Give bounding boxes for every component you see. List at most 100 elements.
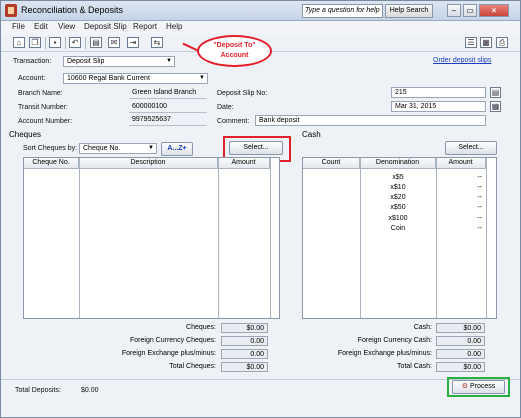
branch-name-label: Branch Name:: [18, 90, 63, 97]
column-divider: [486, 158, 487, 318]
amount-cell: --: [477, 225, 482, 232]
sort-cheques-select[interactable]: Cheque No. ▼: [79, 143, 157, 154]
foreign-currency-cash-label: Foreign Currency Cash:: [357, 337, 432, 344]
total-cheques-value: $0.00: [221, 362, 268, 372]
transit-number-label: Transit Number:: [18, 104, 68, 111]
deposits-window: Reconciliation & Deposits Type a questio…: [0, 0, 521, 418]
foreign-exchange-cheques-value: 0.00: [221, 349, 268, 359]
toolbar-separator: [65, 37, 66, 49]
menu-file[interactable]: File: [12, 22, 25, 31]
date-input[interactable]: Mar 31, 2015: [391, 101, 486, 112]
column-divider: [218, 158, 219, 318]
export-icon[interactable]: ⇥: [127, 37, 139, 48]
calendar-icon[interactable]: ▦: [490, 101, 501, 112]
callout-line-1: "Deposit To": [213, 42, 256, 49]
chevron-down-icon: ▼: [166, 58, 172, 64]
cash-select-button[interactable]: Select...: [445, 141, 497, 155]
cheques-select-button[interactable]: Select...: [229, 141, 283, 155]
transaction-select[interactable]: Deposit Slip ▼: [63, 56, 175, 67]
minimize-button[interactable]: –: [447, 4, 461, 17]
amount-cell: --: [477, 174, 482, 181]
footer-bar: Total Deposits: $0.00 ⚙ Process: [1, 377, 520, 417]
menu-view[interactable]: View: [58, 22, 75, 31]
print-icon[interactable]: ⎙: [496, 37, 508, 48]
menu-deposit-slip[interactable]: Deposit Slip: [84, 22, 127, 31]
col-description[interactable]: Description: [79, 158, 218, 169]
process-button[interactable]: ⚙ Process: [452, 380, 505, 394]
cheques-label: Cheques:: [186, 324, 216, 331]
lookup-icon[interactable]: ▤: [490, 87, 501, 98]
order-deposit-slips-link[interactable]: Order deposit slips: [433, 57, 491, 64]
journal-icon[interactable]: ▤: [90, 37, 102, 48]
process-icon: ⚙: [461, 383, 469, 390]
help-question-input[interactable]: Type a question for help: [302, 4, 383, 18]
print-preview-icon[interactable]: ▦: [480, 37, 492, 48]
denomination-cell: x$50: [390, 204, 406, 211]
comment-input[interactable]: Bank deposit: [255, 115, 486, 126]
column-divider: [79, 158, 80, 318]
toolbar-separator: [85, 37, 86, 49]
cash-section-title: Cash: [302, 130, 321, 139]
col-cheque-no[interactable]: Cheque No.: [24, 158, 79, 169]
menu-help[interactable]: Help: [166, 22, 182, 31]
denomination-cell: Coin: [390, 225, 406, 232]
foreign-currency-cash-value: 0.00: [436, 336, 485, 346]
sort-cheques-value: Cheque No.: [83, 145, 121, 152]
comment-label: Comment:: [217, 118, 250, 125]
cheques-value: $0.00: [221, 323, 268, 333]
col-count[interactable]: Count: [303, 158, 360, 169]
process-label: Process: [469, 383, 496, 390]
column-divider: [270, 158, 271, 318]
col-amount[interactable]: Amount: [218, 158, 270, 169]
amount-cell: --: [477, 194, 482, 201]
deposit-slip-no-input[interactable]: 215: [391, 87, 486, 98]
undo-icon[interactable]: ↶: [69, 37, 81, 48]
chevron-down-icon: ▼: [199, 75, 205, 81]
col-denomination[interactable]: Denomination: [360, 158, 436, 169]
sort-cheques-label: Sort Cheques by:: [23, 145, 78, 152]
account-number-label: Account Number:: [18, 118, 73, 125]
column-divider: [436, 158, 437, 318]
deposit-slip-no-label: Deposit Slip No:: [217, 90, 268, 97]
total-cash-value: $0.00: [436, 362, 485, 372]
restore-button[interactable]: ▭: [463, 4, 477, 17]
window-title: Reconciliation & Deposits: [21, 5, 124, 15]
cheques-table[interactable]: Cheque No. Description Amount: [23, 157, 280, 319]
foreign-exchange-cash-label: Foreign Exchange plus/minus:: [337, 350, 432, 357]
total-cheques-label: Total Cheques:: [169, 363, 216, 370]
cash-label: Cash:: [413, 324, 432, 331]
denomination-cell: x$20: [390, 194, 406, 201]
list-icon[interactable]: ☰: [465, 37, 477, 48]
menu-report[interactable]: Report: [133, 22, 157, 31]
foreign-exchange-cheques-label: Foreign Exchange plus/minus:: [121, 350, 216, 357]
menu-bar: File Edit View Deposit Slip Report Help: [1, 21, 520, 34]
transaction-label: Transaction:: [13, 58, 52, 65]
cash-value: $0.00: [436, 323, 485, 333]
total-deposits-value: $0.00: [81, 387, 99, 394]
branch-name-value: Green Island Branch: [129, 88, 207, 99]
amount-cell: --: [477, 204, 482, 211]
mail-icon[interactable]: ✉: [108, 37, 120, 48]
total-deposits-label: Total Deposits:: [15, 387, 61, 394]
help-search-button[interactable]: Help Search: [385, 4, 433, 18]
foreign-currency-cheques-value: 0.00: [221, 336, 268, 346]
transaction-value: Deposit Slip: [67, 58, 105, 65]
col-cash-amount[interactable]: Amount: [436, 158, 486, 169]
reverse-icon[interactable]: ⇆: [151, 37, 163, 48]
account-select[interactable]: 10600 Regal Bank Current ▼: [63, 73, 208, 84]
amount-cell: --: [477, 184, 482, 191]
account-value: 10600 Regal Bank Current: [67, 75, 150, 82]
cash-table[interactable]: Count Denomination Amount x$5 -- x$10 --…: [302, 157, 497, 319]
title-bar: Reconciliation & Deposits Type a questio…: [1, 1, 520, 21]
home-icon[interactable]: ⌂: [13, 37, 25, 48]
close-button[interactable]: ×: [479, 4, 509, 17]
save-icon[interactable]: ▪: [49, 37, 61, 48]
foreign-exchange-cash-value: 0.00: [436, 349, 485, 359]
sort-az-button[interactable]: A...Z+: [161, 142, 193, 156]
copy-icon[interactable]: ❐: [29, 37, 41, 48]
column-divider: [360, 158, 361, 318]
foreign-currency-cheques-label: Foreign Currency Cheques:: [130, 337, 216, 344]
toolbar-separator: [45, 37, 46, 49]
menu-edit[interactable]: Edit: [34, 22, 48, 31]
app-icon: [5, 4, 17, 17]
